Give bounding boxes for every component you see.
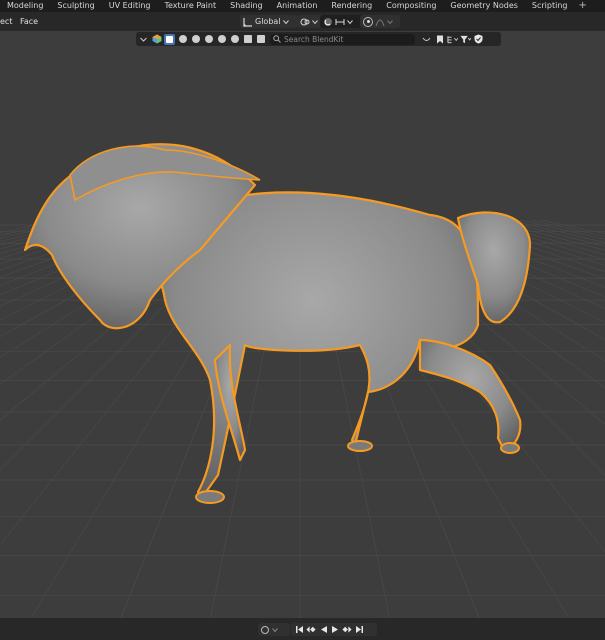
addon-icon[interactable] <box>255 34 266 45</box>
tab-shading[interactable]: Shading <box>223 0 270 12</box>
tab-texture-paint[interactable]: Texture Paint <box>157 0 223 12</box>
blender-window: Modeling Sculpting UV Editing Texture Pa… <box>0 0 605 640</box>
tab-uv-editing[interactable]: UV Editing <box>102 0 158 12</box>
nodegroup-icon[interactable] <box>242 34 253 45</box>
workspace-tab-bar: Modeling Sculpting UV Editing Texture Pa… <box>0 0 605 12</box>
play-reverse-icon[interactable] <box>318 625 328 635</box>
horse-mesh[interactable] <box>23 143 532 501</box>
prev-keyframe-icon[interactable] <box>306 625 316 635</box>
search-icon <box>273 35 281 43</box>
search-placeholder: Search BlendKit <box>284 34 344 44</box>
face-menu[interactable]: Face <box>20 15 38 28</box>
bookmark-icon[interactable] <box>434 34 445 45</box>
jump-end-icon[interactable] <box>354 625 364 635</box>
model-icon[interactable] <box>164 33 175 45</box>
playback-controls <box>291 623 377 636</box>
tab-animation[interactable]: Animation <box>270 0 325 12</box>
pivot-point-icon <box>300 18 310 25</box>
tab-geometry-nodes[interactable]: Geometry Nodes <box>443 0 524 12</box>
chevron-down-icon <box>282 19 289 24</box>
category-icon[interactable] <box>447 34 458 45</box>
tab-sculpting[interactable]: Sculpting <box>50 0 101 12</box>
chevron-down-icon[interactable] <box>138 34 149 45</box>
hdr-icon[interactable] <box>203 34 214 45</box>
viewport-header: ect Face Global <box>0 12 605 31</box>
auto-keying-dropdown[interactable] <box>258 623 290 636</box>
search-input[interactable]: Search BlendKit <box>270 33 415 45</box>
transform-orientation-icon <box>243 17 252 27</box>
chevron-down-icon <box>387 19 393 24</box>
snap-magnet-icon <box>324 17 332 26</box>
blendkit-toolbar: Search BlendKit <box>136 32 501 46</box>
scene-icon[interactable] <box>190 34 201 45</box>
filter-icon[interactable] <box>460 34 471 45</box>
next-keyframe-icon[interactable] <box>342 625 352 635</box>
chevron-down-icon <box>272 627 278 632</box>
blendkit-logo-icon[interactable] <box>151 34 162 45</box>
shield-icon[interactable] <box>473 34 484 45</box>
tab-compositing[interactable]: Compositing <box>379 0 443 12</box>
proportional-editing[interactable] <box>360 15 400 28</box>
viewport-3d[interactable] <box>0 31 605 618</box>
tab-rendering[interactable]: Rendering <box>324 0 379 12</box>
chevron-down-icon <box>347 19 353 24</box>
printable-icon[interactable] <box>229 34 240 45</box>
material-icon[interactable] <box>177 34 188 45</box>
chevron-down-icon <box>312 19 318 24</box>
tab-scripting[interactable]: Scripting <box>525 0 575 12</box>
timeline-header <box>0 618 605 640</box>
select-menu[interactable]: ect <box>0 15 12 28</box>
auto-keying-icon <box>261 625 269 634</box>
tab-modeling[interactable]: Modeling <box>0 0 50 12</box>
brush-icon[interactable] <box>216 34 227 45</box>
orientation-label: Global <box>255 17 281 26</box>
asset-bar-toggle-icon[interactable] <box>421 34 432 45</box>
snap-settings[interactable] <box>320 15 364 28</box>
transform-orientation-dropdown[interactable]: Global <box>240 15 298 28</box>
play-icon[interactable] <box>330 625 340 635</box>
proportional-edit-icon <box>363 16 373 27</box>
snap-element-icon <box>335 18 345 25</box>
jump-start-icon[interactable] <box>294 625 304 635</box>
falloff-icon <box>375 19 385 26</box>
add-workspace-button[interactable]: + <box>574 0 590 12</box>
